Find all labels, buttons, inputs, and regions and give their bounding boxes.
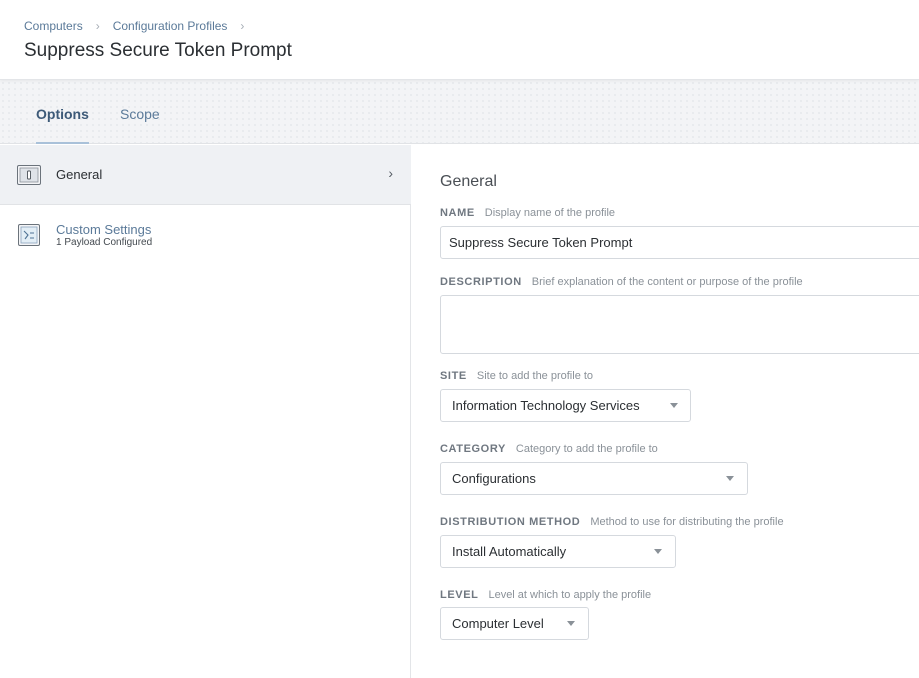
description-label-text: DESCRIPTION bbox=[440, 276, 522, 288]
sidebar-item-label: Custom Settings bbox=[56, 222, 152, 237]
name-label-text: NAME bbox=[440, 207, 475, 219]
level-label-text: LEVEL bbox=[440, 589, 479, 601]
caret-down-icon bbox=[726, 476, 734, 481]
site-label: SITE Site to add the profile to bbox=[440, 370, 593, 382]
tab-scope[interactable]: Scope bbox=[120, 80, 160, 144]
caret-down-icon bbox=[654, 549, 662, 554]
breadcrumb-separator-icon: › bbox=[95, 19, 100, 33]
name-field[interactable]: Suppress Secure Token Prompt bbox=[440, 226, 919, 259]
caret-down-icon bbox=[670, 403, 678, 408]
category-hint: Category to add the profile to bbox=[515, 443, 658, 455]
breadcrumb-separator-icon: › bbox=[240, 19, 245, 33]
site-hint: Site to add the profile to bbox=[476, 370, 594, 382]
custom-settings-icon bbox=[17, 224, 41, 246]
sidebar-item-custom-settings[interactable]: Custom Settings 1 Payload Configured bbox=[0, 206, 411, 266]
payload-sidebar: General › Custom Settings 1 Payload Conf… bbox=[0, 145, 411, 678]
description-hint: Brief explanation of the content or purp… bbox=[531, 276, 803, 288]
general-settings-panel: General NAME Display name of the profile … bbox=[412, 145, 919, 678]
distribution-method-label-text: DISTRIBUTION METHOD bbox=[440, 516, 581, 528]
page-title: Suppress Secure Token Prompt bbox=[24, 40, 292, 61]
level-select-value: Computer Level bbox=[452, 616, 544, 631]
tab-bar: Options Scope bbox=[0, 80, 919, 144]
general-payload-icon bbox=[17, 164, 41, 186]
site-label-text: SITE bbox=[440, 370, 467, 382]
section-title: General bbox=[440, 173, 497, 190]
sidebar-item-label: General bbox=[56, 167, 103, 182]
site-select-value: Information Technology Services bbox=[452, 398, 640, 413]
page-header: Computers › Configuration Profiles › Sup… bbox=[0, 0, 919, 80]
category-label: CATEGORY Category to add the profile to bbox=[440, 443, 658, 455]
distribution-method-hint: Method to use for distributing the profi… bbox=[590, 516, 784, 528]
distribution-method-select-value: Install Automatically bbox=[452, 544, 567, 559]
caret-down-icon bbox=[567, 621, 575, 626]
distribution-method-label: DISTRIBUTION METHOD Method to use for dis… bbox=[440, 516, 784, 528]
level-label: LEVEL Level at which to apply the profile bbox=[440, 589, 651, 601]
breadcrumb: Computers › Configuration Profiles › bbox=[24, 19, 257, 33]
chevron-right-icon: › bbox=[388, 165, 393, 181]
distribution-method-select[interactable]: Install Automatically bbox=[440, 535, 676, 568]
category-label-text: CATEGORY bbox=[440, 443, 506, 455]
category-select[interactable]: Configurations bbox=[440, 462, 748, 495]
category-select-value: Configurations bbox=[452, 471, 536, 486]
breadcrumb-configuration-profiles[interactable]: Configuration Profiles bbox=[113, 19, 228, 33]
name-label: NAME Display name of the profile bbox=[440, 207, 615, 219]
description-label: DESCRIPTION Brief explanation of the cont… bbox=[440, 276, 803, 288]
tab-options[interactable]: Options bbox=[36, 80, 89, 144]
breadcrumb-computers[interactable]: Computers bbox=[24, 19, 83, 33]
description-field[interactable] bbox=[440, 295, 919, 354]
name-hint: Display name of the profile bbox=[484, 207, 616, 219]
level-hint: Level at which to apply the profile bbox=[488, 589, 652, 601]
payload-count-text: 1 Payload Configured bbox=[56, 237, 153, 248]
level-select[interactable]: Computer Level bbox=[440, 607, 589, 640]
site-select[interactable]: Information Technology Services bbox=[440, 389, 691, 422]
sidebar-item-general[interactable]: General › bbox=[0, 145, 411, 205]
